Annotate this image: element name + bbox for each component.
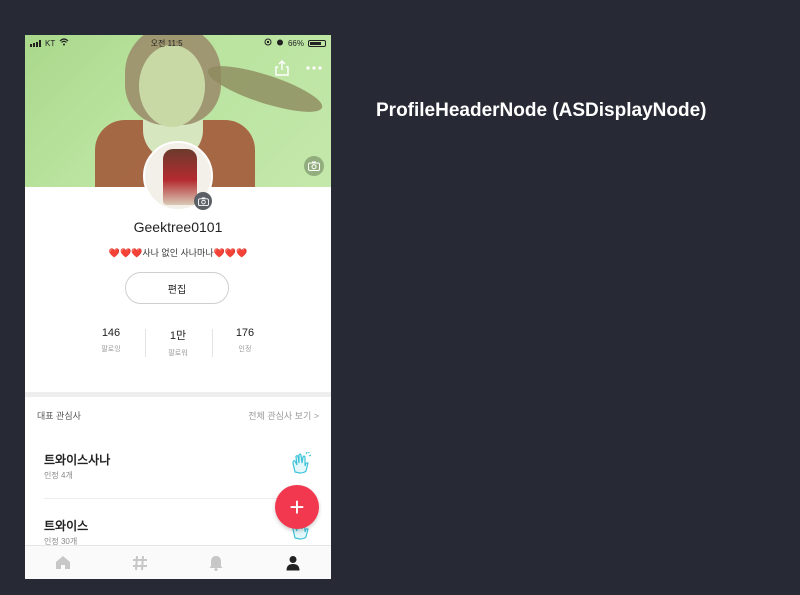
interests-title: 대표 관심사 bbox=[37, 411, 81, 421]
status-bar: KT 오전 11:5 66% bbox=[25, 35, 331, 51]
stat-recognition[interactable]: 176 인정 bbox=[212, 327, 278, 354]
rotation-lock-icon bbox=[264, 38, 272, 48]
hashtag-icon bbox=[132, 555, 147, 570]
stat-following-value: 146 bbox=[101, 327, 121, 339]
avatar-camera-icon[interactable] bbox=[194, 192, 212, 210]
cover-camera-icon[interactable] bbox=[304, 156, 324, 176]
phone-screen: KT 오전 11:5 66% Geektree0101 ❤️❤️❤️사나 없인 … bbox=[25, 35, 331, 579]
status-time: 오전 11:5 bbox=[150, 38, 183, 48]
tab-bar bbox=[25, 545, 331, 579]
tab-home[interactable] bbox=[25, 546, 102, 579]
plus-icon: + bbox=[289, 491, 305, 522]
tab-hashtag[interactable] bbox=[102, 546, 179, 579]
interest-name: 트와이스 bbox=[44, 519, 89, 533]
home-icon bbox=[56, 556, 71, 569]
share-icon[interactable] bbox=[273, 59, 291, 77]
view-all-interests-link[interactable]: 전체 관심사 보기 > bbox=[248, 409, 319, 422]
username: Geektree0101 bbox=[133, 219, 223, 235]
stat-recognition-label: 인정 bbox=[238, 346, 252, 353]
tab-profile[interactable] bbox=[255, 546, 332, 579]
avatar-photo bbox=[163, 149, 197, 205]
slide-title: ProfileHeaderNode (ASDisplayNode) bbox=[376, 100, 707, 121]
signal-icon bbox=[30, 39, 41, 47]
add-button[interactable]: + bbox=[275, 485, 319, 529]
bio-text: 사나 없인 사나마나 bbox=[142, 248, 214, 258]
bio: ❤️❤️❤️사나 없인 사나마나❤️❤️❤️ bbox=[25, 246, 331, 259]
stat-followers-label: 팔로워 bbox=[168, 350, 188, 357]
tab-notifications[interactable] bbox=[178, 546, 255, 579]
interest-name: 트와이스사나 bbox=[44, 453, 111, 467]
person-icon bbox=[286, 555, 300, 570]
stat-recognition-value: 176 bbox=[235, 327, 255, 339]
stat-following-label: 팔로잉 bbox=[101, 346, 121, 353]
stat-followers[interactable]: 1만 팔로워 bbox=[145, 327, 211, 358]
edit-profile-button[interactable]: 편집 bbox=[125, 272, 229, 304]
list-divider bbox=[44, 498, 312, 499]
section-divider bbox=[25, 392, 331, 397]
profile-stats: 146 팔로잉 1만 팔로워 176 인정 bbox=[75, 327, 275, 361]
cover-face-shape bbox=[139, 45, 205, 127]
bio-hearts-right: ❤️❤️❤️ bbox=[213, 248, 248, 258]
clap-icon[interactable] bbox=[289, 451, 313, 475]
interest-count: 인정 4개 bbox=[44, 471, 73, 480]
battery-percent: 66% bbox=[287, 38, 304, 48]
alarm-icon bbox=[276, 38, 284, 48]
more-icon[interactable] bbox=[305, 59, 323, 77]
battery-icon bbox=[307, 39, 326, 47]
carrier-label: KT bbox=[45, 38, 56, 48]
bell-icon bbox=[209, 555, 223, 571]
bio-hearts-left: ❤️❤️❤️ bbox=[108, 248, 143, 258]
wifi-icon bbox=[59, 38, 69, 48]
stat-followers-value: 1만 bbox=[169, 330, 187, 342]
stat-following[interactable]: 146 팔로잉 bbox=[78, 327, 144, 354]
